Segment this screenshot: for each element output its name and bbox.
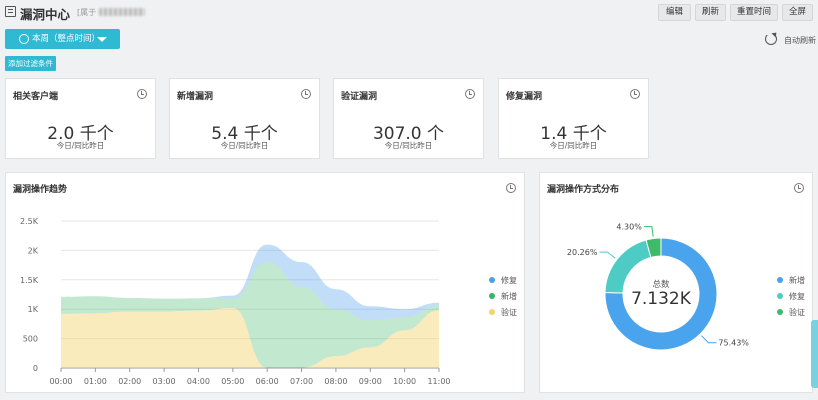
page-title: 漏洞中心 [20,7,71,22]
refresh-button[interactable]: 刷新 [695,4,726,21]
stat-subtitle: 今日/同比昨日 [549,141,598,150]
side-feedback-tab[interactable] [811,320,818,388]
legend-label: 修复 [501,276,517,285]
stat-subtitle: 今日/同比昨日 [384,141,433,150]
y-tick-label: 500 [23,335,38,344]
trend-chart: 0 500 1K 1.5K 2K 2.5K 00:00 01:00 02:00 03:00 04:0… [20,217,451,386]
x-tick-label: 08:00 [324,377,347,386]
fullscreen-button[interactable]: 全屏 [782,4,813,21]
auto-refresh-icon[interactable] [765,33,777,45]
x-tick-label: 02:00 [118,377,141,386]
clock-info-icon[interactable] [137,89,147,99]
y-tick-label: 2.5K [20,217,39,226]
auto-refresh-toggle[interactable]: 自动刷新 [784,35,816,46]
legend-dot [489,293,495,299]
stat-subtitle: 今日/同比昨日 [220,141,269,150]
donut-value-label: 20.26% [567,248,598,257]
legend-dot [489,309,495,315]
x-tick-label: 01:00 [84,377,107,386]
clock-info-icon[interactable] [465,89,475,99]
legend-label: 新增 [501,292,517,301]
donut-value-label: 4.30% [616,223,642,232]
x-tick-label: 11:00 [427,377,450,386]
legend-item-repair[interactable]: 修复 [489,275,517,286]
trend-chart-card: 漏洞操作趋势 0 500 1K 1.5K 2K 2.5K 00:00 01:00 02:00 03… [5,172,525,393]
legend-label: 验证 [789,308,805,317]
x-tick-label: 04:00 [187,377,210,386]
owner-info: [属于 [77,7,146,18]
legend-dot [777,293,783,299]
owner-prefix: [属于 [77,8,97,17]
top-bar: 漏洞中心 [属于 编辑 刷新 重置时间 全屏 [0,0,818,26]
x-tick-label: 09:00 [359,377,382,386]
time-range-dropdown[interactable]: 本周（整点时间） [5,29,120,49]
time-range-label: 本周（整点时间） [32,34,101,44]
legend-label: 验证 [501,308,517,317]
donut-leader-line [643,226,654,237]
legend-dot [777,277,783,283]
owner-name-redacted [99,8,146,16]
stat-title: 验证漏洞 [341,92,378,102]
donut-value-label: 75.43% [718,339,749,348]
clock-info-icon[interactable] [301,89,311,99]
distribution-chart-card: 漏洞操作方式分布 75.43% 20.26% 4.30% 总数 7.132K 新增 … [539,172,813,393]
stat-subtitle: 今日/同比昨日 [56,141,105,150]
add-filter-button[interactable]: 添加过滤条件 [5,56,56,71]
legend-dot [489,277,495,283]
x-tick-label: 00:00 [49,377,72,386]
x-tick-label: 03:00 [153,377,176,386]
legend-item-verify[interactable]: 验证 [489,307,517,318]
stat-card-new-vulns: 新增漏洞 5.4 千个 今日/同比昨日 [169,78,320,159]
legend-label: 修复 [789,292,805,301]
donut-center-value: 7.132K [631,289,691,309]
caret-down-icon [97,37,107,42]
legend-dot [777,309,783,315]
clock-icon [19,34,29,44]
stat-title: 相关客户端 [13,92,59,102]
donut-leader-line [701,335,717,344]
y-tick-label: 2K [28,246,39,255]
donut-leader-line [599,251,616,259]
edit-button[interactable]: 编辑 [658,4,691,21]
stat-title: 修复漏洞 [506,92,543,102]
legend-item-new[interactable]: 新增 [777,275,805,286]
clock-info-icon[interactable] [630,89,640,99]
dashboard-icon [5,6,16,17]
stat-title: 新增漏洞 [177,92,214,102]
x-tick-label: 06:00 [256,377,279,386]
x-tick-label: 05:00 [221,377,244,386]
legend-item-repair[interactable]: 修复 [777,291,805,302]
y-tick-label: 0 [33,364,38,373]
legend-item-verify[interactable]: 验证 [777,307,805,318]
reset-time-button[interactable]: 重置时间 [730,4,778,21]
legend-label: 新增 [789,276,805,285]
stat-card-verified-vulns: 验证漏洞 307.0 个 今日/同比昨日 [333,78,484,159]
y-tick-label: 1K [28,305,39,314]
x-tick-label: 10:00 [393,377,416,386]
y-tick-label: 1.5K [20,276,39,285]
x-tick-label: 07:00 [290,377,313,386]
stat-card-fixed-vulns: 修复漏洞 1.4 千个 今日/同比昨日 [498,78,649,159]
legend-item-new[interactable]: 新增 [489,291,517,302]
stat-card-clients: 相关客户端 2.0 千个 今日/同比昨日 [5,78,156,159]
